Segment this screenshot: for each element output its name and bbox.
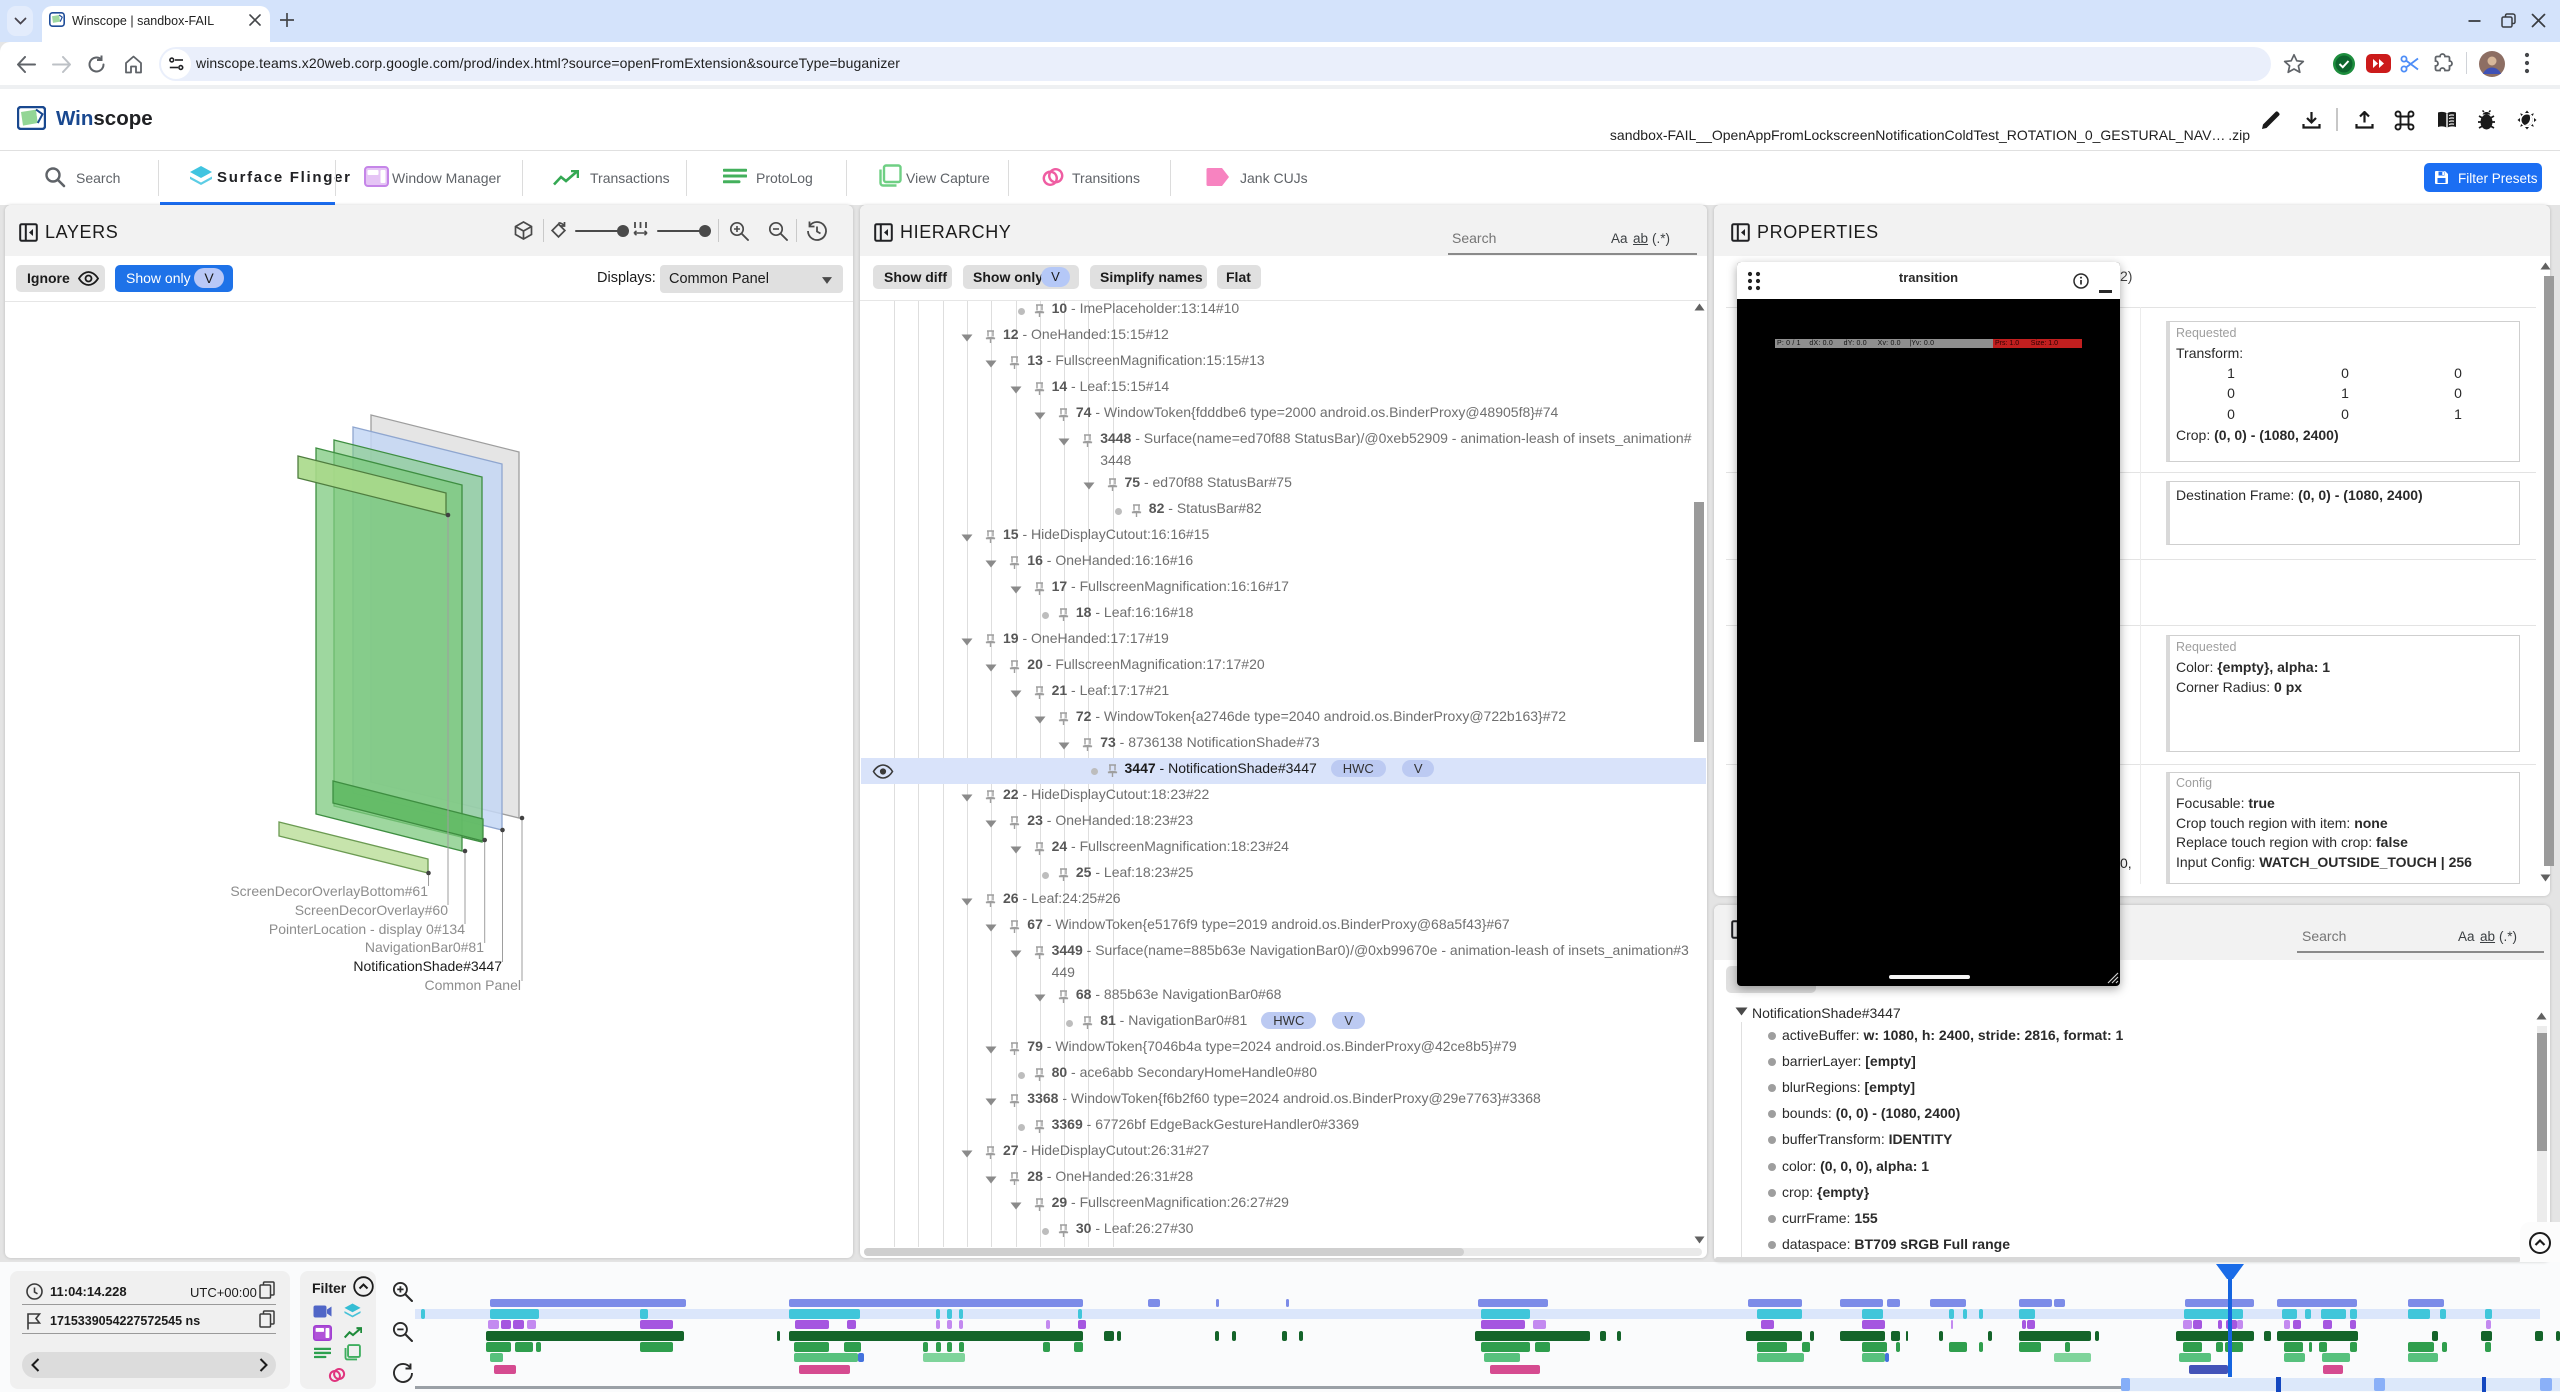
- svg-text:PointerLocation - display 0#13: PointerLocation - display 0#134: [269, 921, 465, 937]
- svg-text:NavigationBar0#81: NavigationBar0#81: [365, 939, 484, 955]
- svg-text:ScreenDecorOverlay#60: ScreenDecorOverlay#60: [295, 902, 449, 918]
- svg-text:Common Panel: Common Panel: [425, 977, 522, 993]
- svg-text:NotificationShade#3447: NotificationShade#3447: [353, 958, 502, 974]
- svg-text:ScreenDecorOverlayBottom#61: ScreenDecorOverlayBottom#61: [230, 883, 428, 899]
